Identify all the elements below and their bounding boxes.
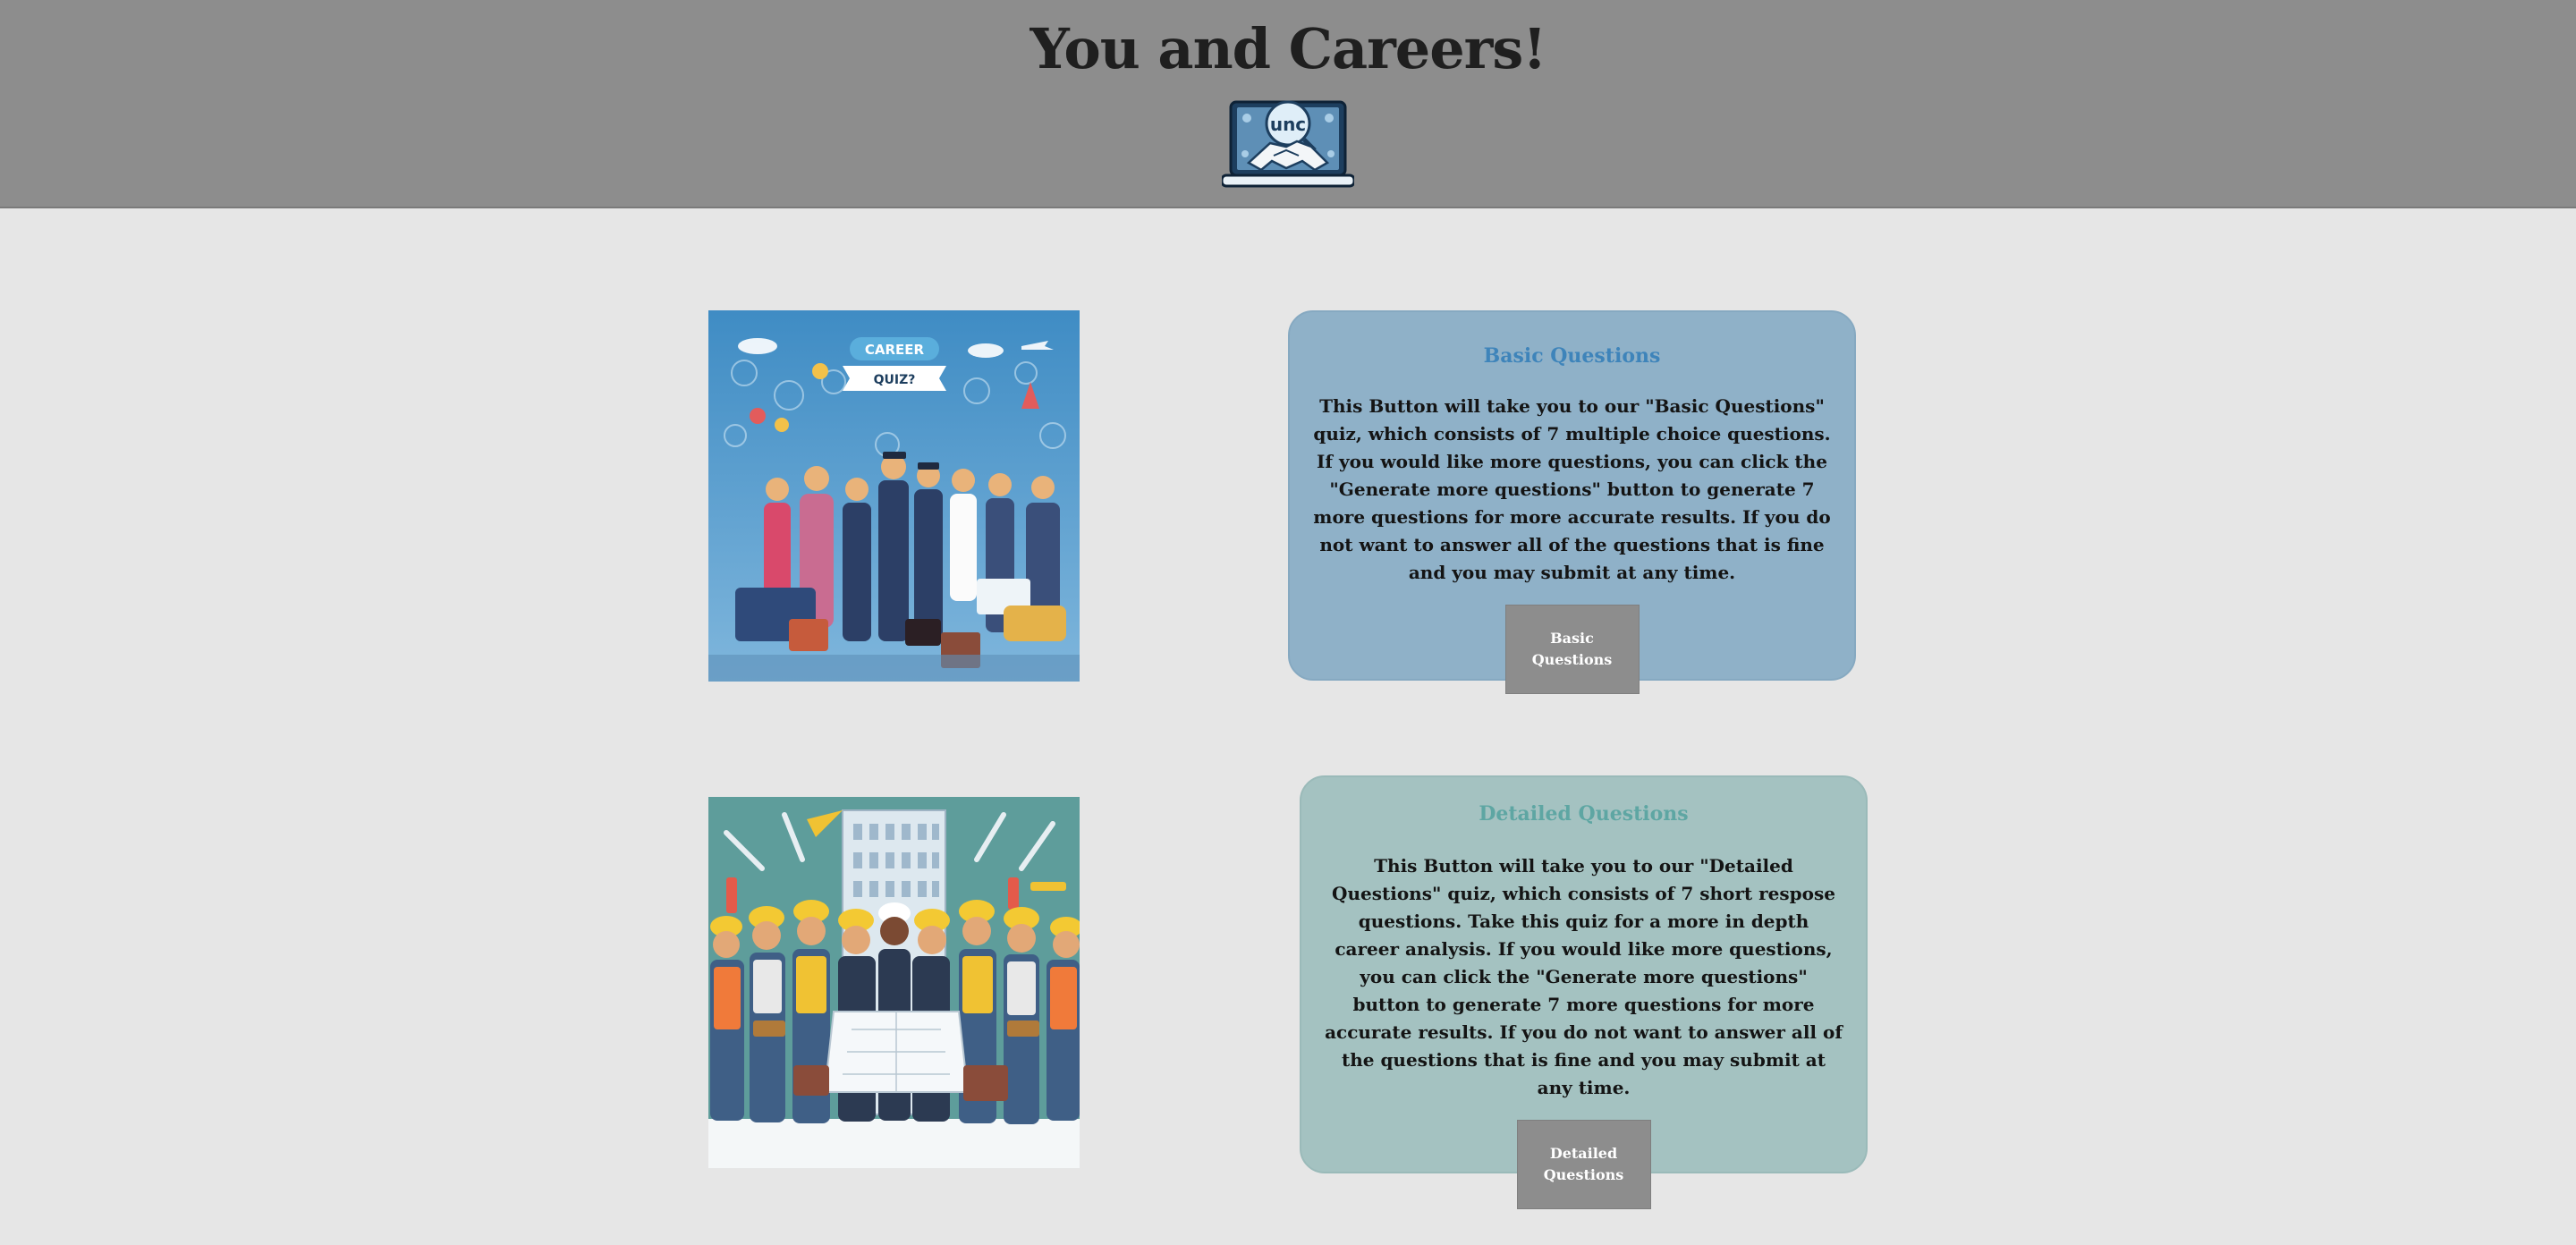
- svg-text:QUIZ?: QUIZ?: [874, 373, 916, 387]
- basic-questions-card: Basic Questions This Button will take yo…: [1288, 310, 1856, 694]
- detailed-questions-card: Detailed Questions This Button will take…: [1300, 775, 1868, 1209]
- site-header: You and Careers! unc: [0, 0, 2576, 208]
- detailed-questions-description: This Button will take you to our "Detail…: [1325, 855, 1843, 1098]
- svg-text:CAREER: CAREER: [865, 342, 925, 358]
- detailed-questions-title: Detailed Questions: [1479, 802, 1689, 826]
- basic-questions-title: Basic Questions: [1483, 344, 1661, 368]
- basic-questions-description: This Button will take you to our "Basic …: [1313, 395, 1831, 583]
- detailed-questions-button[interactable]: Detailed Questions: [1516, 1120, 1651, 1209]
- career-quiz-illustration: CAREER QUIZ?: [708, 310, 1080, 682]
- handshake-laptop-logo-icon: unc: [1222, 100, 1354, 188]
- basic-questions-button[interactable]: Basic Questions: [1504, 605, 1640, 694]
- construction-team-illustration: [708, 797, 1080, 1168]
- site-title: You and Careers!: [1030, 16, 1547, 81]
- svg-text:unc: unc: [1270, 114, 1306, 135]
